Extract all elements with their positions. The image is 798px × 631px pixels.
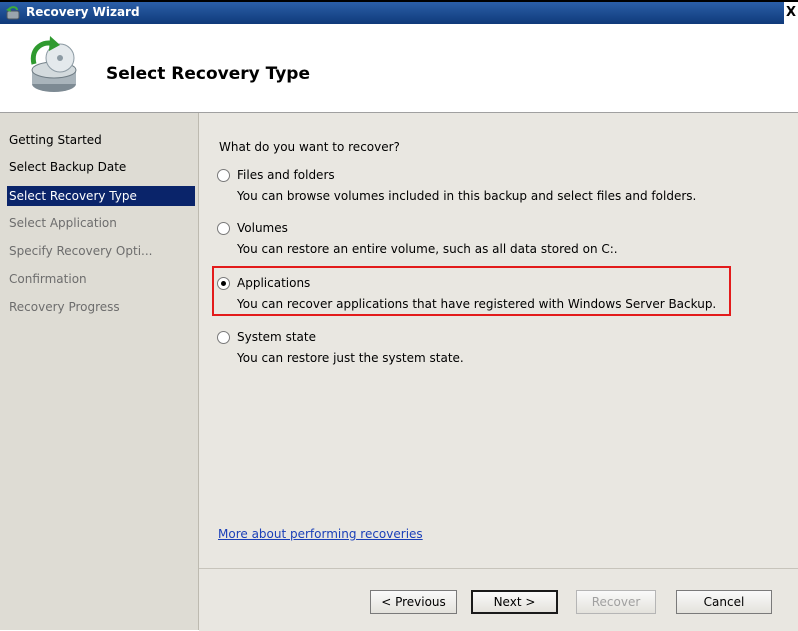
option-label[interactable]: Volumes: [237, 221, 288, 235]
step-select-application: Select Application: [9, 216, 117, 230]
option-label[interactable]: Applications: [237, 276, 310, 290]
step-recovery-progress: Recovery Progress: [9, 300, 120, 314]
close-button[interactable]: X: [784, 2, 798, 24]
button-bar: < Previous Next > Recover Cancel: [199, 568, 798, 631]
page-title: Select Recovery Type: [106, 64, 310, 84]
more-about-recoveries-link[interactable]: More about performing recoveries: [218, 527, 423, 541]
recovery-wizard-window: Recovery Wizard X Select Recovery Type G…: [0, 2, 798, 631]
wizard-app-icon: [6, 6, 20, 20]
step-getting-started[interactable]: Getting Started: [7, 130, 195, 150]
wizard-steps-nav: Getting Started Select Backup Date Selec…: [0, 113, 199, 630]
option-description: You can restore an entire volume, such a…: [237, 242, 618, 256]
radio-applications[interactable]: [217, 277, 230, 290]
window-title: Recovery Wizard: [26, 5, 140, 19]
option-description: You can restore just the system state.: [237, 351, 464, 365]
option-label[interactable]: System state: [237, 330, 316, 344]
step-confirmation: Confirmation: [9, 272, 87, 286]
next-button[interactable]: Next >: [471, 590, 558, 614]
backup-restore-icon: [30, 36, 77, 92]
wizard-header: Select Recovery Type: [0, 24, 798, 113]
previous-button[interactable]: < Previous: [370, 590, 457, 614]
option-label[interactable]: Files and folders: [237, 168, 335, 182]
recover-button: Recover: [576, 590, 656, 614]
radio-files-and-folders[interactable]: [217, 169, 230, 182]
option-description: You can browse volumes included in this …: [237, 189, 697, 203]
cancel-button[interactable]: Cancel: [676, 590, 772, 614]
option-description: You can recover applications that have r…: [237, 297, 717, 311]
radio-volumes[interactable]: [217, 222, 230, 235]
wizard-content: What do you want to recover? Files and f…: [199, 113, 798, 631]
recovery-question: What do you want to recover?: [219, 140, 400, 154]
step-select-backup-date[interactable]: Select Backup Date: [7, 157, 195, 177]
radio-system-state[interactable]: [217, 331, 230, 344]
step-select-recovery-type[interactable]: Select Recovery Type: [7, 186, 195, 206]
step-specify-recovery-options: Specify Recovery Opti...: [9, 244, 153, 258]
title-bar[interactable]: Recovery Wizard X: [0, 2, 798, 24]
